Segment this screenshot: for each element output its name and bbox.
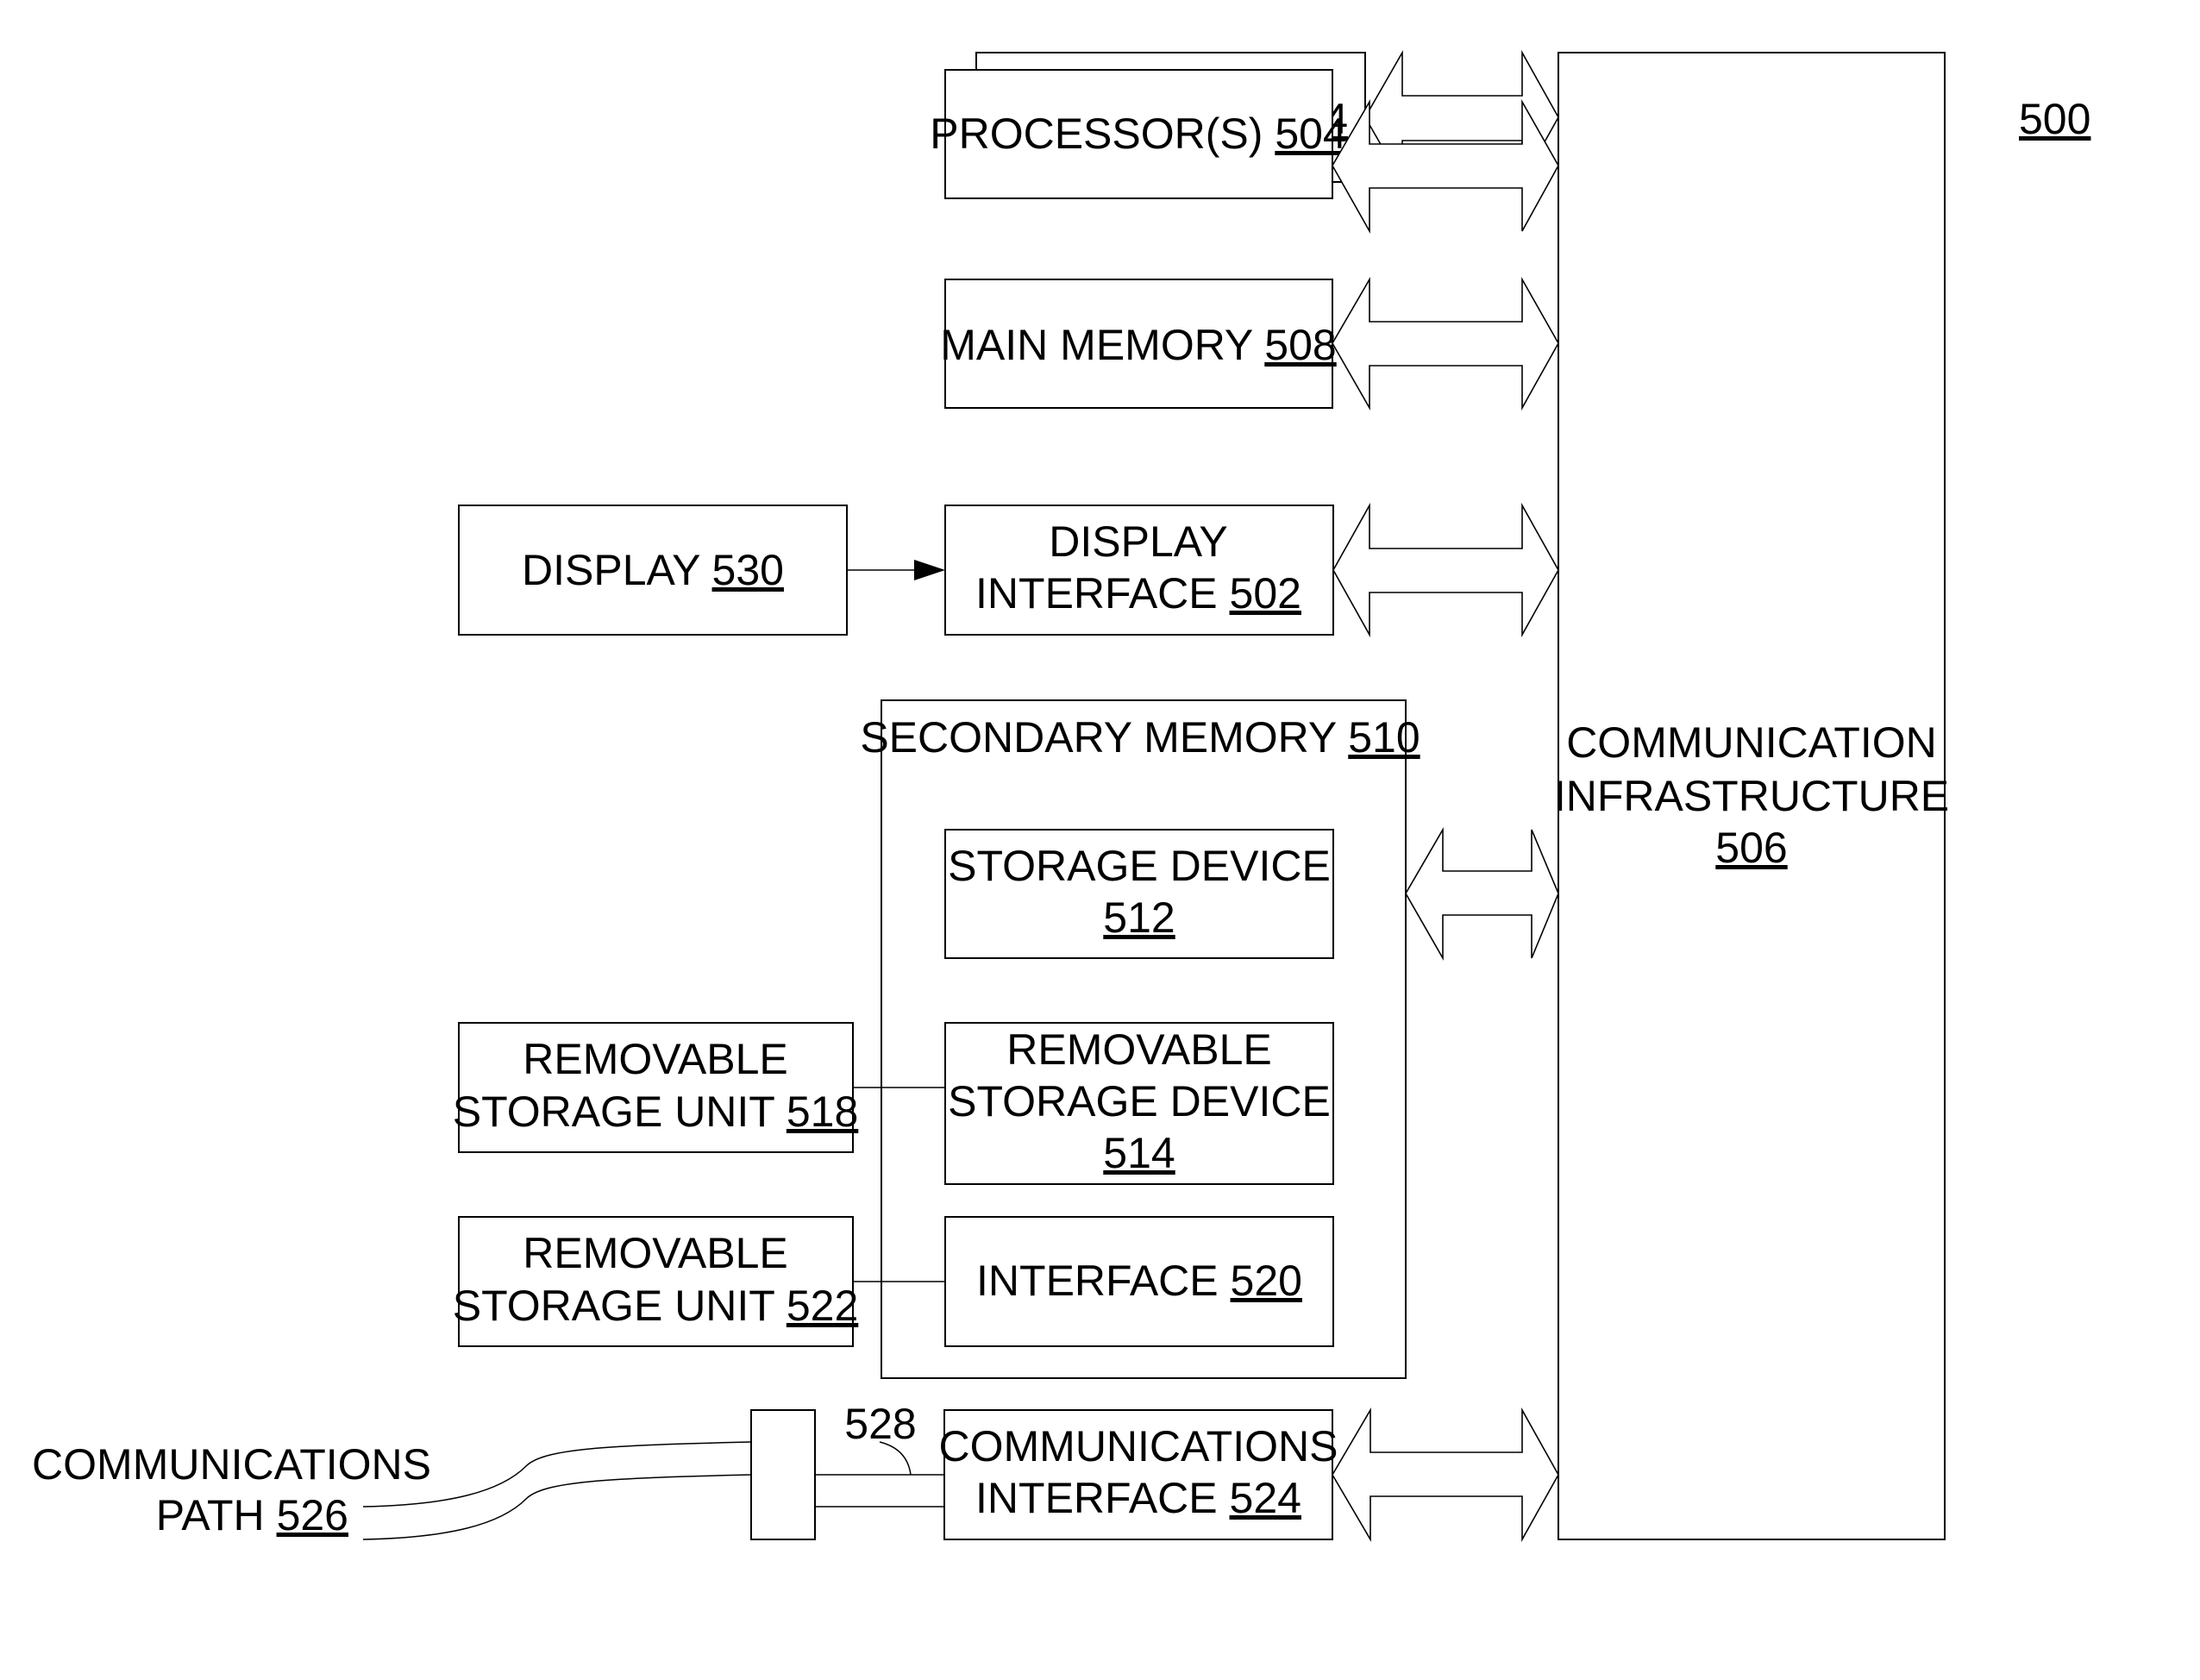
display-interface-bus-arrow bbox=[1332, 502, 1559, 638]
secondary-memory-bus-arrow bbox=[1405, 827, 1559, 962]
removable-storage-unit-522-line1: REMOVABLE bbox=[523, 1229, 788, 1277]
communications-interface-bus-arrow bbox=[1332, 1407, 1559, 1543]
communications-interface-line2: INTERFACE 524 bbox=[975, 1474, 1301, 1522]
removable-storage-device-line1: REMOVABLE bbox=[1006, 1025, 1272, 1074]
removable-storage-device-ref: 514 bbox=[1103, 1129, 1175, 1177]
block-diagram: COMMUNICATION INFRASTRUCTURE 506 500 4 P… bbox=[32, 49, 2090, 1543]
interface-label: INTERFACE 520 bbox=[976, 1257, 1302, 1305]
connector-528-label: 528 bbox=[844, 1400, 916, 1448]
display-arrowhead-icon bbox=[914, 560, 945, 580]
communication-infrastructure-ref: 506 bbox=[1715, 824, 1787, 872]
removable-storage-unit-518-line2: STORAGE UNIT 518 bbox=[453, 1088, 859, 1136]
secondary-memory-label: SECONDARY MEMORY 510 bbox=[860, 713, 1420, 762]
communications-path-line2: PATH 526 bbox=[156, 1491, 348, 1539]
display-interface-line2: INTERFACE 502 bbox=[975, 569, 1301, 617]
main-memory-bus-arrow bbox=[1332, 276, 1559, 411]
communication-infrastructure-line2: INFRASTRUCTURE bbox=[1554, 772, 1949, 820]
removable-storage-device-line2: STORAGE DEVICE bbox=[948, 1077, 1331, 1125]
processor-label: PROCESSOR(S) 504 bbox=[930, 110, 1347, 158]
communication-infrastructure-line1: COMMUNICATION bbox=[1566, 718, 1937, 767]
storage-device-line1: STORAGE DEVICE bbox=[948, 842, 1331, 890]
storage-device-ref: 512 bbox=[1103, 893, 1175, 942]
figure-ref-label: 500 bbox=[2019, 95, 2090, 143]
display-interface-line1: DISPLAY bbox=[1049, 517, 1228, 566]
connector-528-box bbox=[750, 1409, 816, 1540]
communications-path-line1: COMMUNICATIONS bbox=[32, 1440, 431, 1489]
communications-interface-line1: COMMUNICATIONS bbox=[939, 1422, 1338, 1470]
display-label: DISPLAY 530 bbox=[522, 546, 784, 594]
removable-storage-unit-522-line2: STORAGE UNIT 522 bbox=[453, 1282, 859, 1330]
main-memory-label: MAIN MEMORY 508 bbox=[940, 321, 1336, 369]
removable-storage-unit-518-line1: REMOVABLE bbox=[523, 1035, 788, 1083]
